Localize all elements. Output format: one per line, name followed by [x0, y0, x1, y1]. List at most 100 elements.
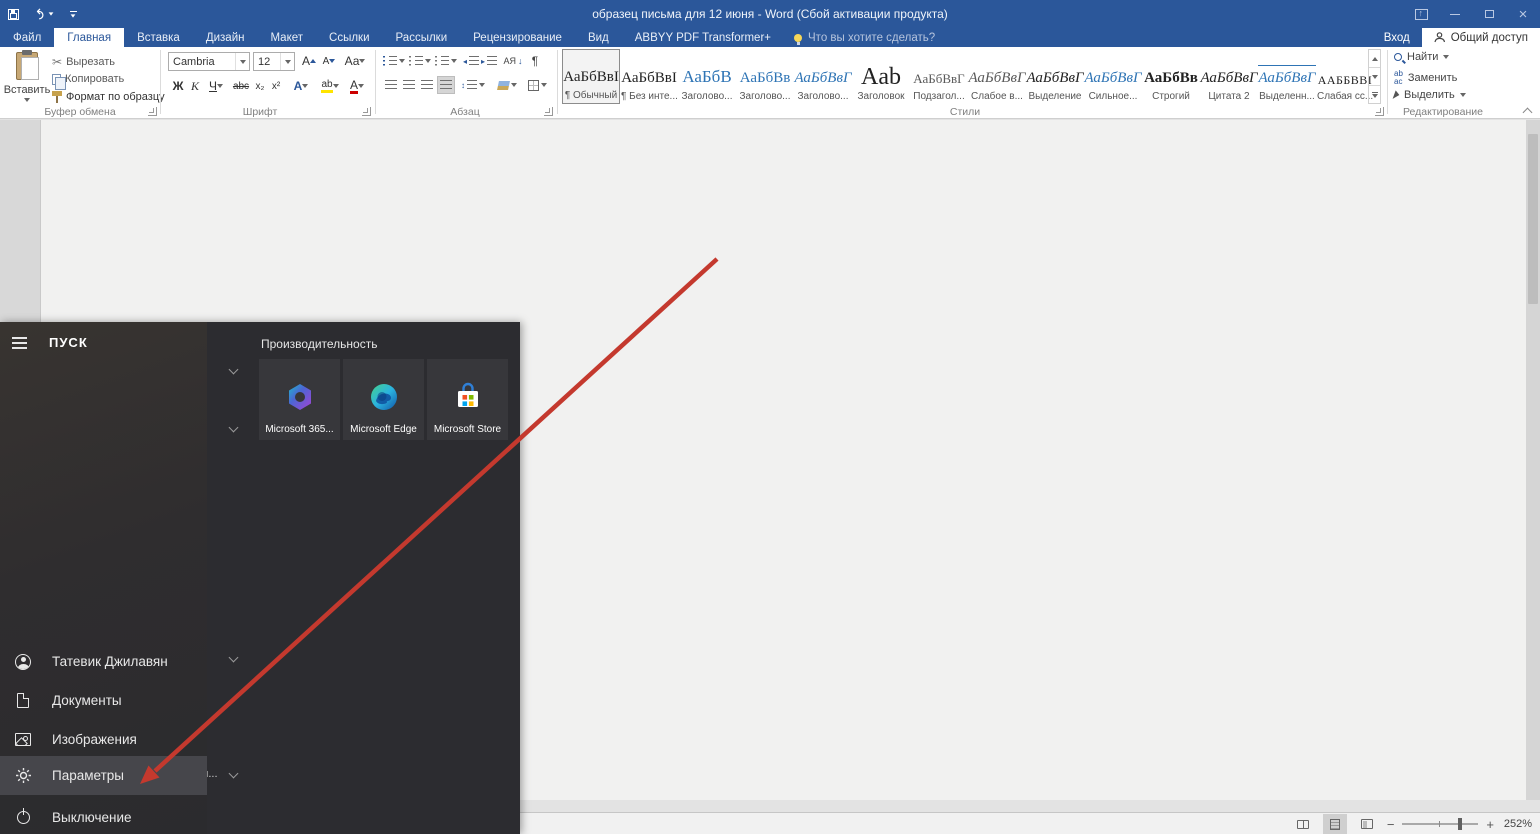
shading-button[interactable]	[494, 77, 520, 93]
style-quote2[interactable]: АаБбВвГЦитата 2	[1200, 49, 1258, 104]
tab-home[interactable]: Главная	[54, 28, 124, 47]
tile-microsoft-365[interactable]: Microsoft 365...	[259, 359, 340, 440]
vertical-scrollbar[interactable]	[1526, 120, 1540, 800]
style-subtle-emphasis[interactable]: АаБбВвГСлабое в...	[968, 49, 1026, 104]
sidebar-item-account[interactable]: Татевик Джилавян	[0, 642, 207, 681]
pilcrow-button[interactable]: ¶	[527, 52, 543, 69]
font-dialog-launcher[interactable]	[362, 107, 371, 116]
bullets-button[interactable]	[383, 53, 405, 69]
tab-references[interactable]: Ссылки	[316, 28, 383, 47]
read-mode-button[interactable]	[1291, 814, 1315, 834]
strikethrough-button[interactable]: abc	[230, 77, 252, 95]
shrink-font-button[interactable]: А	[320, 52, 338, 70]
numbering-button[interactable]	[409, 53, 431, 69]
font-color-button[interactable]: А	[344, 77, 370, 95]
align-center-button[interactable]	[401, 77, 417, 93]
tab-insert[interactable]: Вставка	[124, 28, 193, 47]
web-layout-button[interactable]	[1355, 814, 1379, 834]
align-right-button[interactable]	[419, 77, 435, 93]
tab-layout[interactable]: Макет	[257, 28, 316, 47]
format-painter-button[interactable]: Формат по образцу	[52, 91, 165, 103]
multilevel-list-button[interactable]	[435, 53, 457, 69]
zoom-level[interactable]: 252%	[1502, 818, 1532, 830]
increase-indent-button[interactable]: ▸	[481, 53, 497, 69]
superscript-button[interactable]: x²	[268, 77, 284, 95]
zoom-slider[interactable]	[1402, 823, 1478, 825]
style-normal[interactable]: АаБбВвІ¶ Обычный	[562, 49, 620, 104]
style-strong[interactable]: АаБбВвСтрогий	[1142, 49, 1200, 104]
justify-button[interactable]	[437, 76, 455, 94]
sidebar-item-documents[interactable]: Документы	[0, 681, 207, 720]
line-spacing-button[interactable]: ↕	[461, 77, 485, 93]
sign-in-button[interactable]: Вход	[1372, 28, 1422, 47]
dec-indent-lines	[469, 56, 479, 66]
minimize-button[interactable]	[1438, 0, 1472, 28]
style-subtle-reference[interactable]: ААББВВІСлабая сс...	[1316, 49, 1374, 104]
find-button[interactable]: Найти	[1394, 51, 1449, 63]
tab-review[interactable]: Рецензирование	[460, 28, 575, 47]
align-left-button[interactable]	[383, 77, 399, 93]
ribbon-tab-row: Файл Главная Вставка Дизайн Макет Ссылки…	[0, 28, 1540, 47]
gallery-down-button[interactable]	[1369, 68, 1380, 86]
borders-button[interactable]	[524, 77, 550, 93]
tab-design[interactable]: Дизайн	[193, 28, 258, 47]
sidebar-item-settings[interactable]: Параметры	[0, 756, 207, 795]
ribbon-display-options-button[interactable]	[1404, 0, 1438, 28]
text-effects-button[interactable]: А	[288, 77, 314, 95]
format-painter-label: Формат по образцу	[66, 91, 165, 103]
zoom-out-button[interactable]: −	[1387, 818, 1395, 831]
change-case-button[interactable]: Аа	[342, 52, 368, 70]
style-subtitle[interactable]: АаБбВвГПодзагол...	[910, 49, 968, 104]
highlight-button[interactable]: ab	[316, 77, 344, 95]
style-intense-emphasis[interactable]: АаБбВвГСильное...	[1084, 49, 1142, 104]
gallery-up-button[interactable]	[1369, 50, 1380, 68]
tab-file[interactable]: Файл	[0, 28, 54, 47]
share-button[interactable]: Общий доступ	[1422, 28, 1540, 47]
sidebar-item-pictures[interactable]: Изображения	[0, 720, 207, 759]
font-size-combo[interactable]: 12	[253, 52, 295, 71]
vertical-scrollbar-thumb[interactable]	[1528, 134, 1538, 304]
style-emphasis[interactable]: АаБбВвГВыделение	[1026, 49, 1084, 104]
chevron-down-icon[interactable]	[229, 769, 239, 779]
tile-microsoft-edge[interactable]: Microsoft Edge	[343, 359, 424, 440]
select-button[interactable]: Выделить	[1394, 89, 1466, 101]
sort-button[interactable]: АЯ↓	[503, 52, 523, 69]
style-heading3[interactable]: АаБбВвГЗаголово...	[794, 49, 852, 104]
font-family-combo[interactable]: Cambria	[168, 52, 250, 71]
copy-button[interactable]: Копировать	[52, 73, 124, 85]
print-layout-button[interactable]	[1323, 814, 1347, 834]
style-no-spacing[interactable]: АаБбВвІ¶ Без инте...	[620, 49, 678, 104]
restore-button[interactable]	[1472, 0, 1506, 28]
tab-view[interactable]: Вид	[575, 28, 622, 47]
decrease-indent-button[interactable]: ◂	[463, 53, 479, 69]
style-intense-quote[interactable]: АаБбВвГВыделенн...	[1258, 49, 1316, 104]
collapse-ribbon-button[interactable]	[1523, 108, 1533, 118]
grow-font-button[interactable]: А	[300, 52, 318, 70]
clipboard-dialog-launcher[interactable]	[148, 107, 157, 116]
italic-button[interactable]: К	[188, 77, 202, 95]
style-heading1[interactable]: АаБбВЗаголово...	[678, 49, 736, 104]
paste-button[interactable]: Вставить	[6, 50, 48, 114]
sidebar-item-power[interactable]: Выключение	[0, 798, 207, 834]
tab-abbyy[interactable]: ABBYY PDF Transformer+	[622, 28, 784, 47]
gallery-more-button[interactable]	[1369, 86, 1380, 103]
styles-dialog-launcher[interactable]	[1375, 107, 1384, 116]
chevron-down-icon[interactable]	[229, 653, 239, 663]
style-title[interactable]: AabЗаголовок	[852, 49, 910, 104]
style-heading2[interactable]: АаБбВвЗаголово...	[736, 49, 794, 104]
hamburger-icon[interactable]	[12, 337, 27, 349]
chevron-down-icon[interactable]	[229, 365, 239, 375]
paragraph-dialog-launcher[interactable]	[544, 107, 553, 116]
replace-button[interactable]: abac Заменить	[1394, 70, 1457, 86]
subscript-button[interactable]: x₂	[252, 77, 268, 95]
tab-mailings[interactable]: Рассылки	[383, 28, 461, 47]
close-button[interactable]: ×	[1506, 0, 1540, 28]
zoom-slider-thumb[interactable]	[1458, 818, 1462, 830]
underline-button[interactable]: Ч	[204, 77, 228, 95]
zoom-in-button[interactable]: +	[1486, 818, 1494, 831]
chevron-down-icon[interactable]	[229, 423, 239, 433]
cut-button[interactable]: ✂ Вырезать	[52, 55, 115, 69]
tile-microsoft-store[interactable]: Microsoft Store	[427, 359, 508, 440]
tell-me-box[interactable]: Что вы хотите сделать?	[784, 28, 945, 47]
bold-button[interactable]: Ж	[170, 77, 186, 95]
